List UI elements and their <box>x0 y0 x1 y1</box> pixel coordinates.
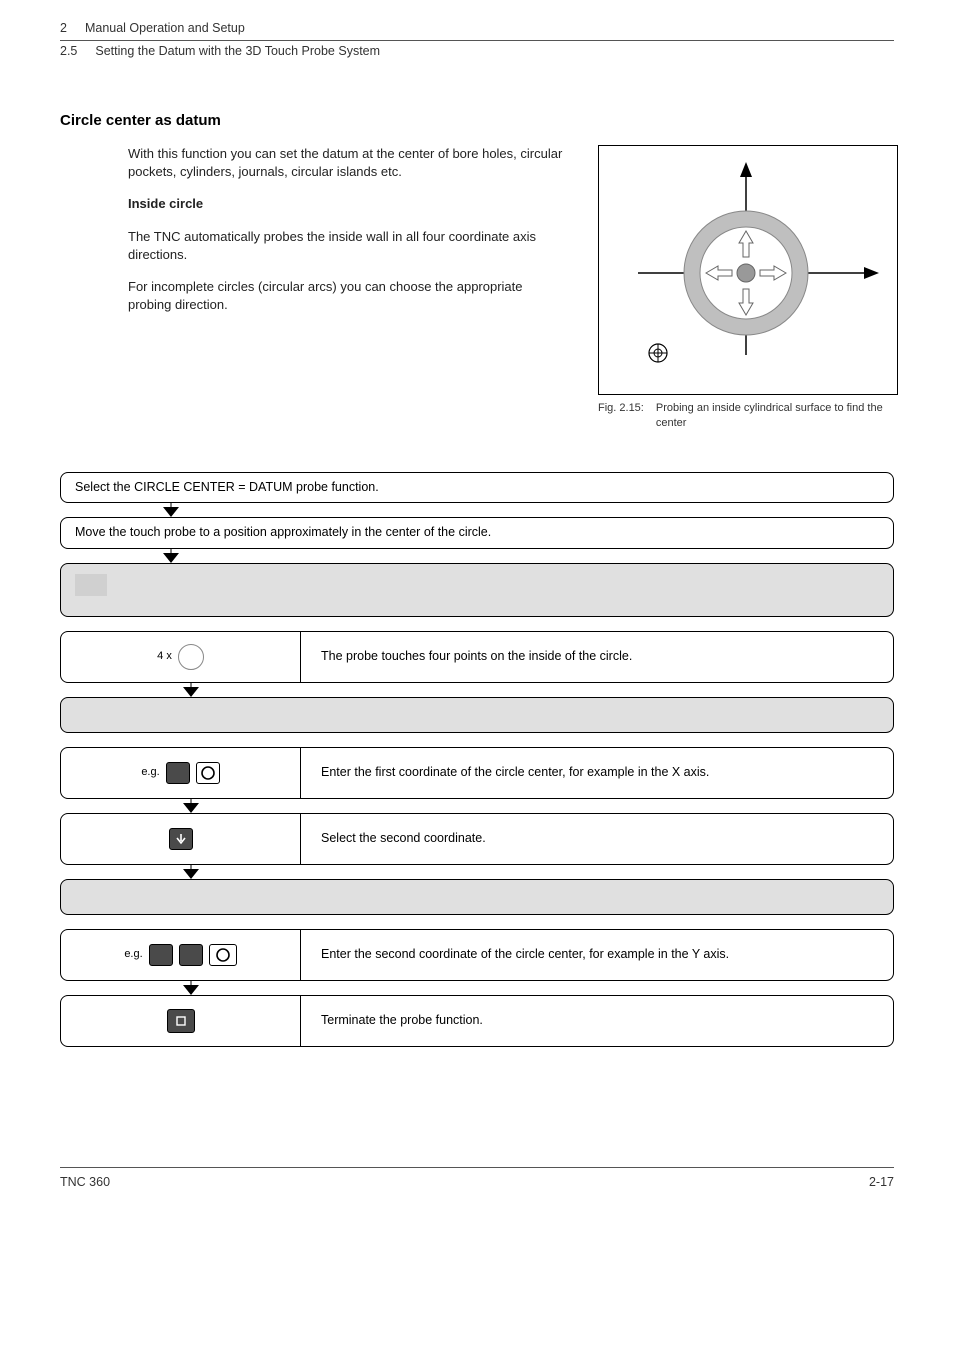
paragraph-1: The TNC automatically probes the inside … <box>128 228 568 264</box>
step-text: Enter the first coordinate of the circle… <box>301 748 893 798</box>
footer-right: 2-17 <box>869 1174 894 1192</box>
flow-connector <box>180 617 894 631</box>
flow-connector <box>180 799 894 813</box>
start-key-icon <box>178 644 204 670</box>
step-text: The probe touches four points on the ins… <box>301 632 893 682</box>
flow-connector <box>180 981 894 995</box>
step-terminate: Terminate the probe function. <box>60 995 894 1047</box>
section-number: 2.5 <box>60 43 77 61</box>
figure-caption-text: Probing an inside cylindrical surface to… <box>656 401 898 432</box>
section-header: 2.5 Setting the Datum with the 3D Touch … <box>60 43 894 61</box>
chapter-number: 2 <box>60 20 67 38</box>
display-placeholder <box>60 697 894 733</box>
figure-number: Fig. 2.15: <box>598 401 644 432</box>
eg-label: e.g. <box>124 947 142 962</box>
numeric-key-icon <box>149 944 173 966</box>
step-first-coordinate: e.g. Enter the first coordinate of the c… <box>60 747 894 799</box>
circle-key-icon <box>196 762 220 784</box>
eg-label: e.g. <box>141 765 159 780</box>
arrow-down-key-icon <box>169 828 193 850</box>
page-header: 2 Manual Operation and Setup <box>60 20 894 41</box>
section-title: Setting the Datum with the 3D Touch Prob… <box>95 43 380 61</box>
step-select-function: Select the CIRCLE CENTER = DATUM probe f… <box>60 472 894 504</box>
figure-caption: Fig. 2.15: Probing an inside cylindrical… <box>598 401 898 432</box>
end-key-icon <box>167 1009 195 1033</box>
flow-connector <box>180 683 894 697</box>
page-title: Circle center as datum <box>60 110 894 131</box>
numeric-key-icon <box>166 762 190 784</box>
display-placeholder <box>60 563 894 617</box>
chapter-title: Manual Operation and Setup <box>85 20 245 38</box>
flow-connector <box>160 549 894 563</box>
step-second-coordinate: e.g. Enter the second coordinate of the … <box>60 929 894 981</box>
flow-connector <box>180 865 894 879</box>
paragraph-2: For incomplete circles (circular arcs) y… <box>128 278 568 314</box>
figure-probe-diagram <box>598 145 898 395</box>
flow-connector <box>180 915 894 929</box>
intro-text: With this function you can set the datum… <box>128 145 568 181</box>
step-select-second-coord: Select the second coordinate. <box>60 813 894 865</box>
circle-key-icon <box>209 944 237 966</box>
step-text: Terminate the probe function. <box>301 996 893 1046</box>
display-placeholder <box>60 879 894 915</box>
repeat-count: 4 x <box>157 649 172 664</box>
page-footer: TNC 360 2-17 <box>60 1167 894 1192</box>
step-text: Select the second coordinate. <box>301 814 893 864</box>
numeric-key-icon <box>179 944 203 966</box>
flow-connector <box>160 503 894 517</box>
footer-left: TNC 360 <box>60 1174 110 1192</box>
step-move-probe: Move the touch probe to a position appro… <box>60 517 894 549</box>
sub-heading: Inside circle <box>128 195 568 213</box>
flow-connector <box>180 733 894 747</box>
step-text: Enter the second coordinate of the circl… <box>301 930 893 980</box>
step-probe-four-points: 4 x The probe touches four points on the… <box>60 631 894 683</box>
screen-rect-icon <box>75 574 107 596</box>
